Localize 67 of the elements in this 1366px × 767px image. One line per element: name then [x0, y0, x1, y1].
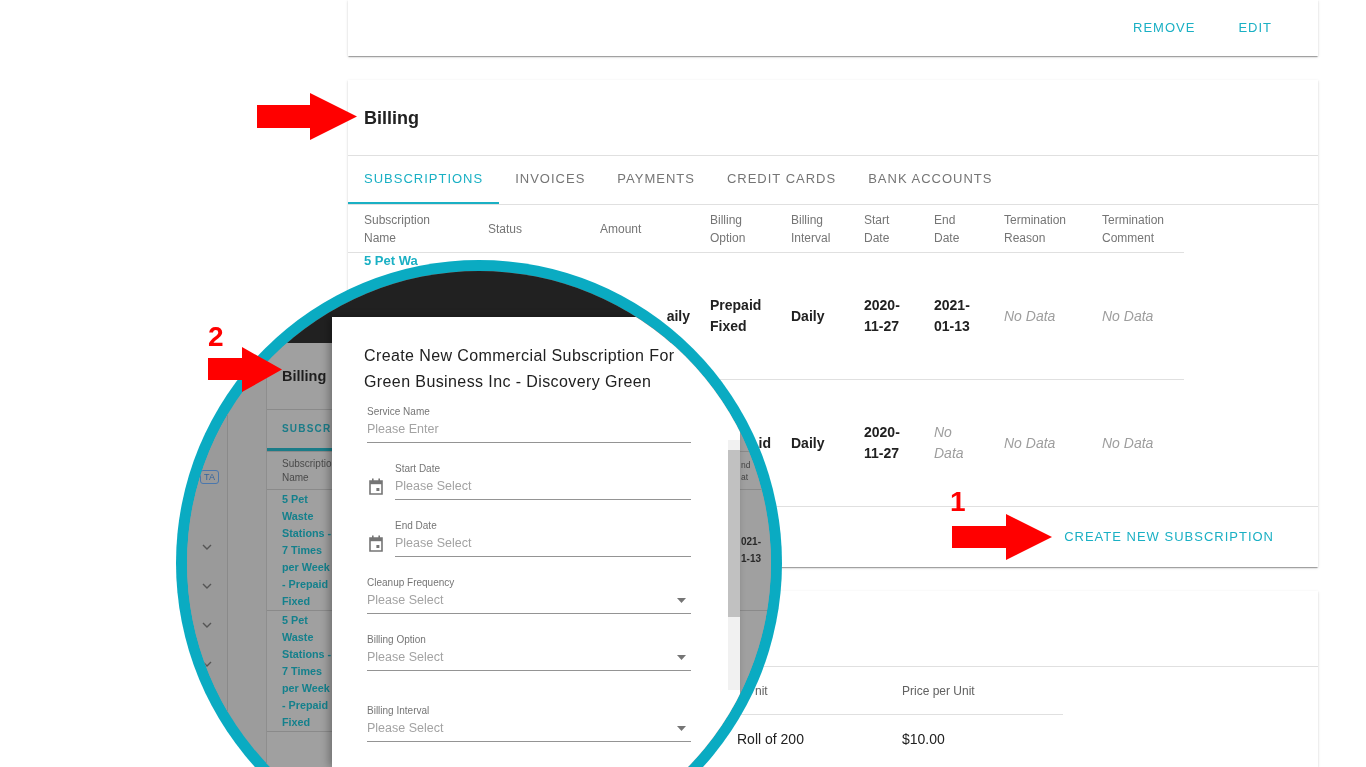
column-header: Billing Interval — [791, 211, 832, 247]
date-field[interactable]: Please Select — [395, 535, 691, 551]
table-cell-text: No Data — [1102, 433, 1154, 453]
subscription-link[interactable]: 5 Pet Wa — [364, 255, 418, 266]
table-cell-text: $10.00 — [902, 730, 945, 749]
text-button[interactable]: REMOVE — [1125, 10, 1204, 46]
text-field[interactable]: Please Enter — [367, 421, 691, 437]
chevron-down-icon[interactable] — [201, 582, 212, 589]
table-cell-text: No Data — [1102, 306, 1154, 326]
field-label: End Date — [395, 520, 438, 532]
caret-icon — [677, 654, 686, 660]
select-field[interactable]: Please Select — [367, 649, 673, 665]
subscription-link[interactable]: 5 Pet Waste Stations - 7 Times per Week - Prepaid Fixed — [282, 611, 332, 731]
dialog-title: Create New Commercial Subscription For Green Business Inc - Discovery Green — [364, 346, 676, 392]
column-header: Billing Option — [710, 211, 747, 247]
column-header: nd at — [741, 458, 752, 483]
field-label: Billing Option — [367, 634, 427, 646]
column-header: Subscription Name — [364, 211, 432, 247]
column-header: Amount — [600, 220, 642, 238]
tab[interactable]: INVOICES — [499, 156, 602, 204]
tab[interactable]: SUBSCRIPTIONS — [348, 156, 500, 204]
table-cell-text: Prepaid Fixed — [710, 296, 763, 336]
table-cell-text: 021- 1-13 — [741, 535, 762, 566]
calendar-icon — [368, 478, 384, 495]
field-label: Billing Interval — [367, 705, 431, 717]
step-number: 1 — [950, 487, 966, 517]
card-title: Billing — [364, 106, 419, 130]
table-cell-text: No Data — [1004, 433, 1056, 453]
tab[interactable]: BANK ACCOUNTS — [852, 156, 1009, 204]
select-field[interactable]: Please Select — [367, 592, 673, 608]
column-header: Price per Unit — [902, 682, 975, 700]
text-button[interactable]: EDIT — [1230, 10, 1280, 46]
tab[interactable]: PAYMENTS — [601, 156, 711, 204]
calendar-icon — [368, 535, 384, 552]
column-header: Start Date — [864, 211, 891, 247]
table-cell: aily — [666, 308, 690, 324]
column-header: End Date — [934, 211, 961, 247]
column-header: Termination Reason — [1004, 211, 1068, 247]
create-subscription-button[interactable]: CREATE NEW SUBSCRIPTION — [1056, 519, 1282, 555]
chevron-down-icon[interactable] — [201, 621, 212, 628]
scrollbar-thumb[interactable] — [728, 450, 740, 617]
badge: TA — [200, 470, 219, 484]
subscription-link[interactable]: 5 Pet Waste Stations - 7 Times per Week - Prepaid Fixed — [282, 490, 332, 610]
column-header: Subscriptio Name — [282, 456, 332, 485]
table-cell: id — [758, 435, 771, 451]
caret-icon — [677, 725, 686, 731]
table-cell-text: 2021-01-13 — [934, 296, 971, 336]
select-field[interactable]: Please Select — [367, 720, 673, 736]
table-cell-text: Daily — [791, 433, 825, 453]
tab[interactable]: CREDIT CARDS — [710, 156, 853, 204]
date-field[interactable]: Please Select — [395, 478, 691, 494]
card-title: Billing — [282, 367, 327, 386]
table-cell-text: Daily — [791, 306, 825, 326]
table-cell-text: No Data — [934, 423, 965, 463]
caret-icon — [677, 597, 686, 603]
table-cell-text: Roll of 200 — [737, 730, 804, 749]
chevron-down-icon[interactable] — [201, 543, 212, 550]
table-cell-text: No Data — [1004, 306, 1056, 326]
field-label: Start Date — [395, 463, 442, 475]
field-label: Service Name — [367, 406, 431, 418]
table-cell-text: 2020-11-27 — [864, 423, 901, 463]
field-label: Cleanup Frequency — [367, 577, 456, 589]
column-header: nit — [755, 682, 768, 700]
table-cell-text: 2020-11-27 — [864, 296, 901, 336]
column-header: Termination Comment — [1102, 211, 1166, 247]
step-number: 2 — [208, 322, 224, 352]
column-header: Status — [488, 220, 523, 238]
